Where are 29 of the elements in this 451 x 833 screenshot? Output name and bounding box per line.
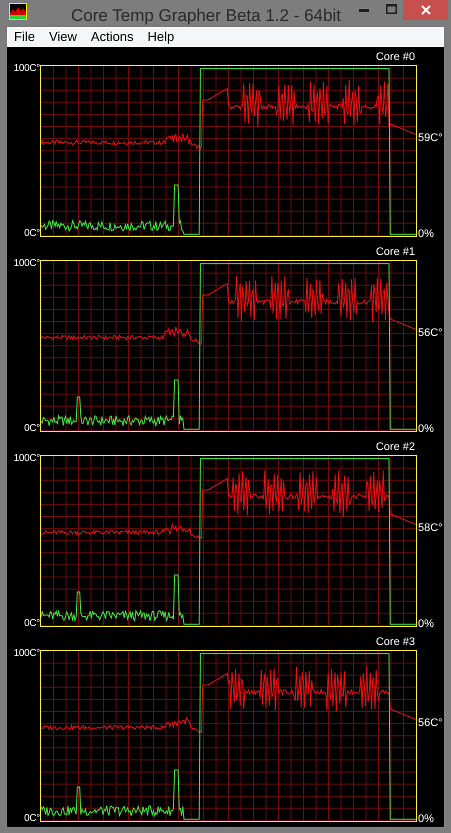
load-reading: 0%: [418, 618, 434, 630]
menu-item[interactable]: Actions: [90, 27, 134, 47]
axis-max-label: 100C°: [14, 453, 40, 465]
window-title: Core Temp Grapher Beta 1.2 - 64bit: [71, 5, 341, 27]
temperature-reading: 56C°: [418, 327, 443, 339]
menu-item[interactable]: View: [48, 27, 77, 47]
axis-max-label: 100C°: [14, 648, 40, 660]
axis-min-label: 0C°: [24, 813, 40, 825]
temperature-reading: 56C°: [418, 717, 443, 729]
close-button[interactable]: [403, 0, 448, 20]
axis-min-label: 0C°: [24, 618, 40, 630]
temperature-reading: 58C°: [418, 522, 443, 534]
axis-min-label: 0C°: [24, 423, 40, 435]
axis-min-label: 0C°: [24, 228, 40, 240]
axis-max-label: 100C°: [14, 258, 40, 270]
graph-title: Core #3: [376, 635, 415, 650]
graph-title: Core #0: [376, 50, 415, 65]
maximize-icon[interactable]: [386, 4, 397, 14]
app-icon: [9, 3, 27, 20]
menu-item[interactable]: Help: [148, 27, 174, 47]
load-reading: 0%: [418, 813, 434, 825]
graph-title: Core #2: [376, 440, 415, 455]
axis-max-label: 100C°: [14, 63, 40, 75]
load-reading: 0%: [418, 228, 434, 240]
temperature-reading: 59C°: [418, 132, 443, 144]
graph-title: Core #1: [376, 245, 415, 260]
load-reading: 0%: [418, 423, 434, 435]
menu-item[interactable]: File: [14, 27, 35, 47]
close-icon: [420, 5, 430, 15]
